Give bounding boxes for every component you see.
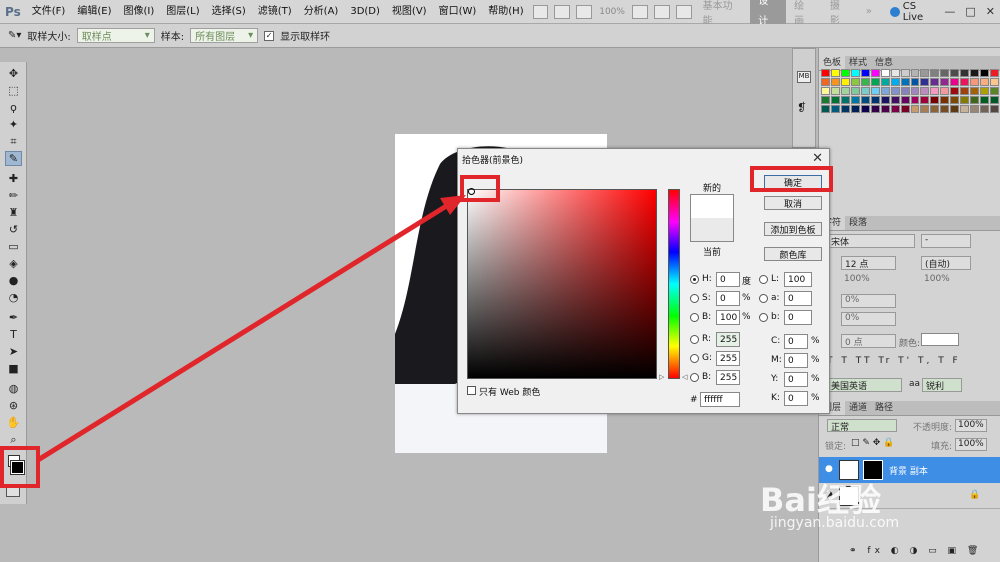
baidu-watermark-url: jingyan.baidu.com xyxy=(770,515,900,531)
